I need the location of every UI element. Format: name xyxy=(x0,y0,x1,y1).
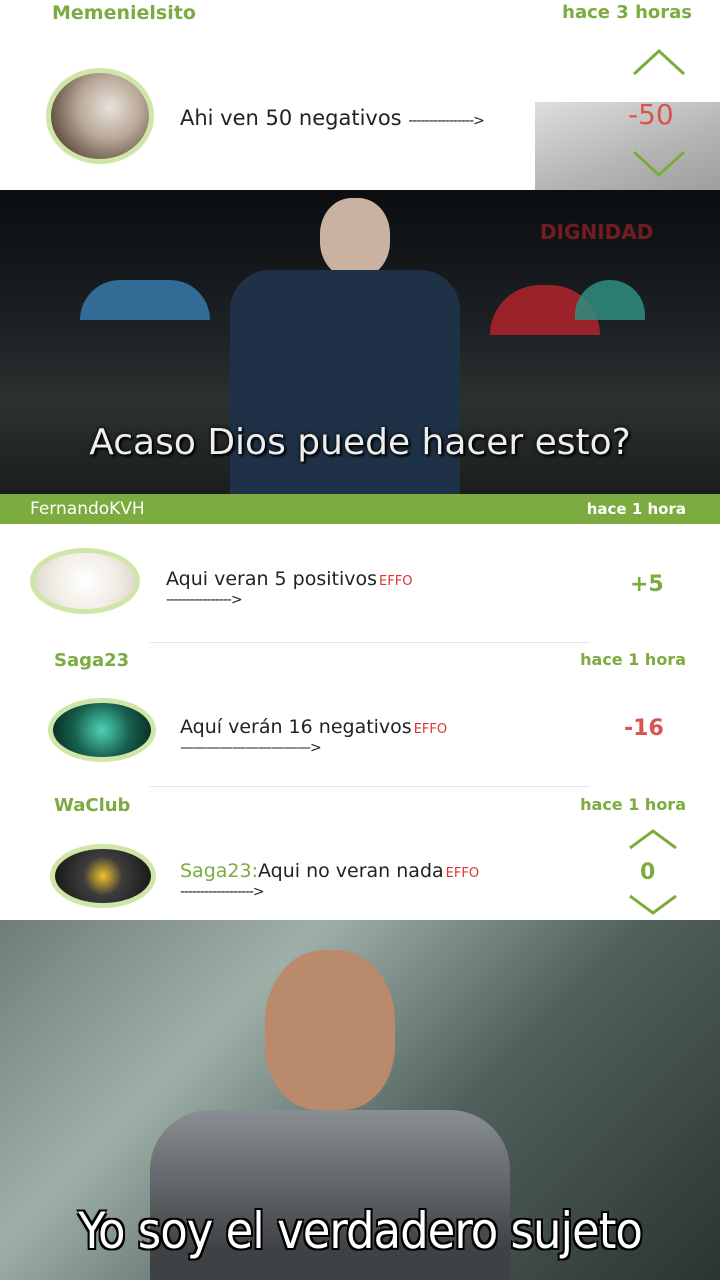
troll-face-icon: EFFO xyxy=(413,722,448,737)
person-head xyxy=(320,198,390,278)
person-face xyxy=(265,950,395,1110)
upvote-icon[interactable] xyxy=(628,828,678,854)
comment-3-arrow: ——————————> xyxy=(180,740,322,756)
divider xyxy=(150,642,590,643)
comment-4-text: Saga23:Aqui no veran nada EFFO xyxy=(180,860,480,882)
watermark: DIGNIDAD xyxy=(540,220,654,244)
comment-2-text: Aqui veran 5 positivos EFFO xyxy=(166,568,413,590)
top-meme-caption: Acaso Dios puede hacer esto? xyxy=(89,422,631,463)
comment-1-score: -50 xyxy=(628,98,674,131)
comment-2-score: +5 xyxy=(630,572,664,597)
bottom-meme-caption: Yo soy el verdadero sujeto xyxy=(78,1202,643,1260)
comment-3-text: Aquí verán 16 negativos EFFO xyxy=(180,716,448,738)
troll-face-icon: EFFO xyxy=(379,574,413,589)
comment-4-avatar[interactable] xyxy=(50,844,156,908)
umbrella-left xyxy=(80,280,210,320)
comment-3-score: -16 xyxy=(624,716,664,741)
comment-1-avatar[interactable] xyxy=(46,68,154,164)
comment-3-time: hace 1 hora xyxy=(580,650,686,669)
comment-1-time: hace 3 horas xyxy=(562,2,692,23)
troll-face-icon: EFFO xyxy=(445,866,480,881)
comment-3-username[interactable]: Saga23 xyxy=(54,650,129,671)
umbrella-teal xyxy=(575,280,645,320)
meme-image-bottom[interactable]: Yo soy el verdadero sujeto xyxy=(0,920,720,1280)
upvote-icon[interactable] xyxy=(632,48,686,80)
comment-1-username[interactable]: Memenielsito xyxy=(52,2,196,24)
comment-4-time: hace 1 hora xyxy=(580,795,686,814)
downvote-icon[interactable] xyxy=(628,894,678,920)
comment-4-arrow: ------------------> xyxy=(180,884,265,900)
comment-2-username[interactable]: FernandoKVH xyxy=(30,499,145,519)
comment-4-username[interactable]: WaClub xyxy=(54,795,130,816)
comment-2-arrow: ----------------> xyxy=(166,592,243,608)
comment-1-text: Ahi ven 50 negativos ----------------> xyxy=(180,106,485,130)
downvote-icon[interactable] xyxy=(632,150,686,182)
comment-2-time: hace 1 hora xyxy=(586,500,686,518)
comment-3-avatar[interactable] xyxy=(48,698,156,762)
comment-4-score: 0 xyxy=(640,860,656,885)
comment-2-avatar[interactable] xyxy=(30,548,140,614)
divider xyxy=(150,786,590,787)
comment-2-header: FernandoKVH hace 1 hora xyxy=(0,494,720,524)
